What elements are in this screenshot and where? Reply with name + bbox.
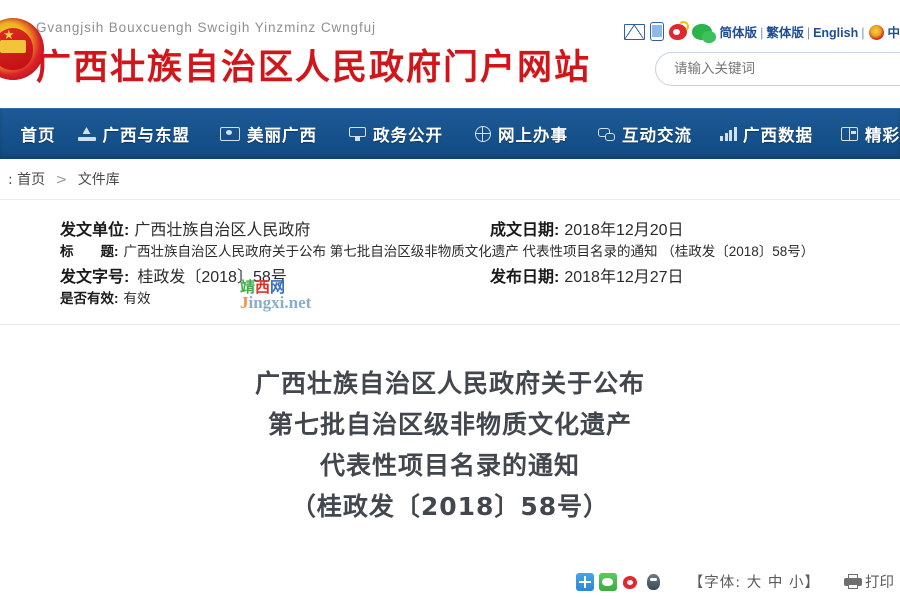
meta-label-valid: 是否有效: [60,291,119,306]
meta-row: 是否有效: 有效 [0,287,900,310]
china-gov-emblem-icon[interactable] [869,25,885,40]
site-title-chinese: 广西壮族自治区人民政府门户网站 [36,48,592,88]
monitor-icon [349,127,366,141]
print-label: 打印 [865,575,894,591]
share-buttons [575,572,663,591]
font-size-small[interactable]: 小 [789,575,805,591]
font-size-label-end: 】 [804,575,820,591]
font-size-medium[interactable]: 中 [768,575,784,591]
breadcrumb-separator: > [55,172,68,188]
nav-item-interaction[interactable]: 互动交流 [598,122,692,146]
gov-portal-link[interactable]: 中 [887,26,900,40]
font-size-selector: 【字体: 大 中 小】 [689,571,820,592]
meta-row: 标 题: 广西壮族自治区人民政府关于公布 第七批自治区级非物质文化遗产 代表性项… [0,240,900,263]
meta-value-title: 广西壮族自治区人民政府关于公布 第七批自治区级非物质文化遗产 代表性项目名录的通… [123,244,815,259]
breadcrumb-item-filelibrary[interactable]: 文件库 [78,172,120,188]
site-brand[interactable]: Gvangjsih Bouxcuengh Swcigih Yinzminz Cw… [36,20,591,90]
meta-field-publisher: 发文单位: 广西壮族自治区人民政府 [0,216,440,240]
lang-link-simplified[interactable]: 简体版 [720,26,758,40]
document-title-line-3: 代表性项目名录的通知 [319,451,580,480]
pavilion-icon [77,127,96,141]
document-meta-panel: 发文单位: 广西壮族自治区人民政府 成文日期: 2018年12月20日 标 题:… [0,200,900,325]
meta-value-docnum: 桂政发〔2018〕58号 [137,269,287,286]
chat-bubbles-icon [598,127,615,141]
breadcrumb-prefix: : [8,172,13,188]
nav-item-beautiful-guangxi[interactable]: 美丽广西 [220,122,317,146]
nav-item-guangxi-asean[interactable]: 广西与东盟 [77,122,191,146]
nav-label-online-services: 网上办事 [498,126,568,145]
meta-field-written-date: 成文日期: 2018年12月20日 [440,216,900,240]
site-title-zhuang: Gvangjsih Bouxcuengh Swcigih Yinzminz Cw… [36,20,376,35]
main-navigation: 首页 广西与东盟 美丽广西 政务公开 网上办事 互动交流 广西数据 精彩 [0,108,900,159]
meta-row: 发文单位: 广西壮族自治区人民政府 成文日期: 2018年12月20日 [0,216,900,240]
document-toolbar: 【字体: 大 中 小】 打印 [0,571,900,592]
search-box[interactable] [655,52,900,86]
breadcrumb: : 首页 > 文件库 [0,169,120,189]
meta-label-pub-date: 发布日期: [490,269,560,286]
meta-field-docnum: 发文字号: 桂政发〔2018〕58号 [0,263,440,287]
globe-icon [475,126,491,142]
breadcrumb-item-home[interactable]: 首页 [17,172,45,188]
nav-item-online-services[interactable]: 网上办事 [475,122,568,146]
nav-label-beautiful-guangxi: 美丽广西 [247,126,317,145]
window-panes-icon [841,127,858,141]
baidu-share-icon[interactable] [575,572,594,591]
lang-separator-2: | [806,26,811,40]
nav-item-home[interactable]: 首页 [0,122,56,146]
lang-link-traditional[interactable]: 繁体版 [766,26,804,40]
meta-value-valid: 有效 [123,291,151,306]
meta-value-publisher: 广西壮族自治区人民政府 [134,222,311,239]
nav-label-highlights: 精彩 [865,126,900,145]
print-button[interactable]: 打印 [844,571,894,592]
site-header: Gvangjsih Bouxcuengh Swcigih Yinzminz Cw… [0,0,900,108]
nav-item-gov-affairs[interactable]: 政务公开 [349,122,443,146]
nav-label-home: 首页 [20,126,56,145]
lang-separator-1: | [760,26,764,40]
qq-share-icon[interactable] [644,572,663,591]
meta-label-written-date: 成文日期: [490,222,560,239]
lang-separator-3: | [861,26,865,40]
weibo-share-icon[interactable] [621,572,640,591]
nav-label-gov-affairs: 政务公开 [373,126,443,145]
meta-row: 发文字号: 桂政发〔2018〕58号 发布日期: 2018年12月27日 [0,263,900,287]
lang-link-english[interactable]: English [813,26,858,40]
nav-item-highlights[interactable]: 精彩 [841,122,900,146]
meta-label-title: 标 题: [60,244,119,259]
mail-icon[interactable] [623,23,645,40]
font-size-large[interactable]: 大 [747,575,763,591]
document-title-line-2: 第七批自治区级非物质文化遗产 [267,410,632,439]
language-links: 简体版 | 繁体版 | English | 中 [720,22,900,41]
font-size-label: 【字体: [688,575,742,591]
eye-icon [220,127,240,141]
meta-label-docnum: 发文字号: [60,269,130,286]
breadcrumb-bar: : 首页 > 文件库 [0,159,900,200]
mobile-icon[interactable] [649,22,664,41]
meta-value-pub-date: 2018年12月27日 [564,269,684,286]
wechat-icon[interactable] [691,23,716,43]
bar-chart-icon [720,127,737,141]
weibo-icon[interactable] [668,20,689,40]
nav-label-guangxi-asean: 广西与东盟 [102,126,190,145]
wechat-share-icon[interactable] [598,572,617,591]
meta-value-written-date: 2018年12月20日 [564,222,684,239]
meta-label-publisher: 发文单位: [60,222,130,239]
meta-field-pub-date: 发布日期: 2018年12月27日 [440,263,900,287]
document-title-line-4: （桂政发〔2018〕58号） [290,492,610,521]
nav-label-guangxi-data: 广西数据 [743,126,813,145]
nav-item-guangxi-data[interactable]: 广西数据 [720,122,813,146]
printer-icon [844,574,862,589]
header-utility-bar: 简体版 | 繁体版 | English | 中 [623,20,900,43]
search-input[interactable] [656,61,900,77]
nav-label-interaction: 互动交流 [622,126,692,145]
document-title-line-1: 广西壮族自治区人民政府关于公布 [254,369,645,398]
page-root: Gvangjsih Bouxcuengh Swcigih Yinzminz Cw… [0,0,900,600]
document-title: 广西壮族自治区人民政府关于公布 第七批自治区级非物质文化遗产 代表性项目名录的通… [0,325,900,527]
